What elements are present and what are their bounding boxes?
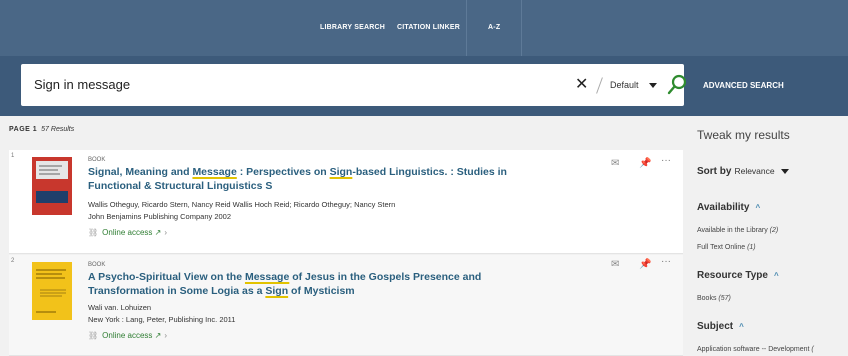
email-icon[interactable]: ✉ (611, 259, 619, 270)
sort-by-control[interactable]: Sort by Relevance (697, 166, 789, 177)
highlighted-term: Sign (265, 285, 289, 297)
advanced-search-link[interactable]: ADVANCED SEARCH (703, 56, 784, 116)
search-icon[interactable] (667, 74, 687, 96)
title-text: Signal, Meaning and (88, 166, 193, 178)
facet-option-count: (57) (718, 295, 731, 302)
facet-option[interactable]: Application software -- Development ( (697, 346, 814, 353)
facet-option-count: ( (811, 346, 814, 353)
clear-search-icon[interactable]: ✕ (575, 64, 588, 106)
resource-type-label: BOOK (88, 157, 106, 163)
facet-option[interactable]: Full Text Online (1) (697, 244, 756, 251)
page-label: PAGE 1 (9, 126, 38, 133)
title-text: A Psycho-Spiritual View on the (88, 271, 245, 283)
book-cover-image[interactable] (32, 262, 72, 320)
highlighted-term: Message (192, 166, 237, 178)
online-access-label: Online access (102, 331, 153, 340)
sort-by-value[interactable]: Relevance (734, 166, 774, 176)
result-publisher: New York : Lang, Peter, Publishing Inc. … (88, 315, 236, 324)
sort-by-label: Sort by (697, 166, 732, 177)
title-text: of Mysticism (288, 285, 355, 297)
title-text: : Perspectives on (236, 166, 330, 178)
link-icon: ⛓ (88, 331, 99, 340)
facet-resource-type[interactable]: Resource Type ^ (697, 270, 779, 281)
top-nav: LIBRARY SEARCH CITATION LINKER A-Z (0, 0, 848, 56)
pin-icon[interactable]: 📌 (639, 259, 651, 270)
result-index: 2 (11, 258, 15, 264)
facet-option-label: Available in the Library (697, 227, 768, 234)
facet-option[interactable]: Available in the Library (2) (697, 227, 778, 234)
book-cover-image[interactable] (32, 157, 72, 215)
facet-option-count: (1) (747, 244, 756, 251)
result-actions: ✉ 📌 ··· (611, 256, 671, 275)
chevron-down-icon[interactable] (780, 168, 789, 174)
result-item[interactable]: 2 BOOK A Psycho-Spiritual View on the Me… (9, 255, 683, 356)
more-options-icon[interactable]: ··· (661, 155, 671, 166)
facet-availability[interactable]: Availability ^ (697, 202, 760, 213)
results-count: 57 Results (41, 126, 75, 133)
nav-a-z[interactable]: A-Z (466, 0, 523, 56)
nav-citation-linker[interactable]: CITATION LINKER (391, 0, 466, 56)
facet-subject[interactable]: Subject ^ (697, 321, 744, 332)
highlighted-term: Message (244, 271, 290, 283)
search-input[interactable]: Sign in message (34, 64, 130, 106)
online-access-link[interactable]: ⛓ Online access ↗ › (88, 228, 167, 237)
chevron-right-icon: › (164, 228, 168, 237)
search-scope-select[interactable]: Default (610, 64, 639, 106)
top-nav-links: LIBRARY SEARCH CITATION LINKER A-Z (314, 0, 523, 56)
facet-label: Availability (697, 202, 750, 213)
result-title-link[interactable]: A Psycho-Spiritual View on the Message o… (88, 270, 558, 298)
more-options-icon[interactable]: ··· (661, 256, 671, 267)
online-access-link[interactable]: ⛓ Online access ↗ › (88, 331, 167, 340)
chevron-right-icon: › (164, 331, 168, 340)
results-header: PAGE 1 57 Results (9, 126, 74, 133)
facet-option-label: Books (697, 295, 717, 302)
result-index: 1 (11, 153, 15, 159)
pin-icon[interactable]: 📌 (639, 158, 651, 169)
result-actions: ✉ 📌 ··· (611, 155, 671, 174)
resource-type-label: BOOK (88, 262, 106, 268)
facet-label: Resource Type (697, 270, 768, 281)
result-authors: Wallis Otheguy, Ricardo Stern, Nancy Rei… (88, 200, 396, 209)
chevron-up-icon[interactable]: ^ (755, 203, 760, 212)
facet-option-count: (2) (769, 227, 779, 234)
facet-option[interactable]: Books (57) (697, 295, 731, 302)
result-publisher: John Benjamins Publishing Company 2002 (88, 212, 232, 221)
chevron-up-icon[interactable]: ^ (774, 271, 779, 280)
highlighted-term: Sign (329, 166, 353, 178)
link-icon: ⛓ (88, 228, 99, 237)
nav-library-search[interactable]: LIBRARY SEARCH (314, 0, 391, 56)
sidebar-title: Tweak my results (697, 128, 790, 142)
external-link-icon: ↗ (152, 331, 162, 340)
result-title-link[interactable]: Signal, Meaning and Message : Perspectiv… (88, 165, 558, 193)
facet-option-label: Full Text Online (697, 244, 746, 251)
online-access-label: Online access (102, 228, 153, 237)
email-icon[interactable]: ✉ (611, 158, 619, 169)
facet-label: Subject (697, 321, 734, 332)
external-link-icon: ↗ (152, 228, 162, 237)
facet-option-label: Application software -- Development (697, 346, 810, 353)
search-box: Sign in message ✕ Default (21, 64, 687, 106)
search-bar: Sign in message ✕ Default ADVANCED SEARC… (0, 56, 848, 116)
chevron-down-icon[interactable] (649, 83, 657, 88)
result-authors: Wali van. Lohuizen (88, 303, 152, 312)
search-divider (596, 77, 603, 94)
chevron-up-icon[interactable]: ^ (739, 322, 744, 331)
result-item[interactable]: 1 BOOK Signal, Meaning and Message : Per… (9, 150, 683, 254)
